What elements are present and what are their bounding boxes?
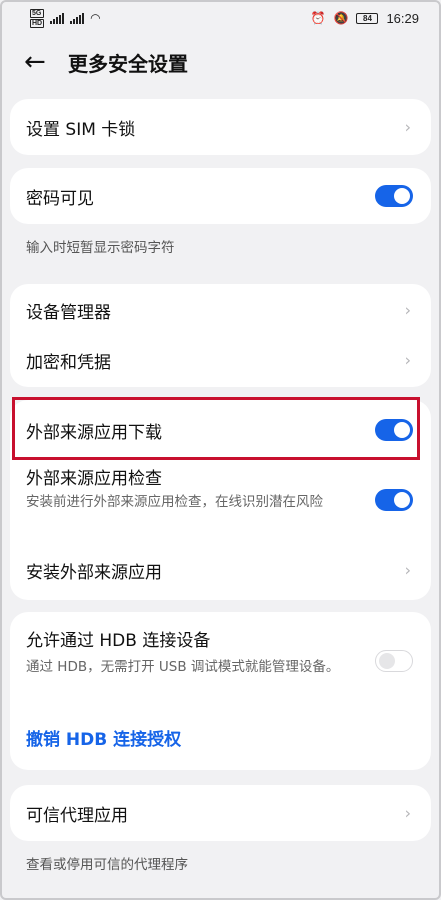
external-check-subtitle: 安装前进行外部来源应用检查，在线识别潜在风险 [26,494,323,510]
external-download-row: 外部来源应用下载 [10,400,431,460]
encryption-row[interactable]: 加密和凭据 › [10,336,431,384]
hdb-connect-toggle[interactable] [375,650,413,672]
sim1-label: 5G [30,8,45,18]
external-sources-card: 外部来源应用下载 外部来源应用检查 安装前进行外部来源应用检查，在线识别潜在风险… [10,400,431,600]
toggle-knob [394,188,410,204]
install-external-label: 安装外部来源应用 [26,562,162,583]
battery-level: 84 [363,13,372,23]
install-external-row[interactable]: 安装外部来源应用 › [10,542,431,598]
chevron-right-icon: › [404,300,411,320]
wifi-icon: ◠ [90,11,101,25]
alarm-icon: ⏰ [310,11,326,25]
hdb-connect-label: 允许通过 HDB 连接设备 [26,631,211,651]
chevron-right-icon: › [404,350,411,370]
hdb-connect-subtitle: 通过 HDB，无需打开 USB 调试模式就能管理设备。 [26,659,340,675]
trusted-agent-label: 可信代理应用 [26,805,128,826]
device-manager-row[interactable]: 设备管理器 › [10,284,431,336]
header: ← 更多安全设置 [0,40,441,84]
sim-lock-row[interactable]: 设置 SIM 卡锁 › [10,99,431,155]
chevron-right-icon: › [404,803,411,823]
encryption-label: 加密和凭据 [26,352,111,373]
trusted-agent-caption: 查看或停用可信的代理程序 [26,857,188,873]
sim-indicator: 5G HD [30,8,45,28]
external-check-row: 外部来源应用检查 安装前进行外部来源应用检查，在线识别潜在风险 [10,460,431,542]
toggle-knob [394,422,410,438]
password-visible-row: 密码可见 [10,168,431,224]
sim2-label: HD [30,18,45,28]
hdb-revoke-row[interactable]: 撤销 HDB 连接授权 [10,712,431,762]
external-download-toggle[interactable] [375,419,413,441]
device-card: 设备管理器 › 加密和凭据 › [10,284,431,387]
sim-lock-card: 设置 SIM 卡锁 › [10,99,431,155]
hdb-revoke-link[interactable]: 撤销 HDB 连接授权 [26,725,181,750]
hdb-connect-row: 允许通过 HDB 连接设备 通过 HDB，无需打开 USB 调试模式就能管理设备… [10,612,431,712]
password-visible-label: 密码可见 [26,188,94,209]
trusted-agent-row[interactable]: 可信代理应用 › [10,785,431,841]
toggle-knob [394,492,410,508]
back-arrow-icon[interactable]: ← [24,49,54,75]
battery-icon: 84 [356,12,379,24]
hdb-card: 允许通过 HDB 连接设备 通过 HDB，无需打开 USB 调试模式就能管理设备… [10,612,431,770]
trusted-agent-card: 可信代理应用 › [10,785,431,841]
chevron-right-icon: › [404,117,411,137]
signal-icon [50,12,65,24]
mute-icon: 🔕 [333,11,349,25]
password-visible-card: 密码可见 [10,168,431,224]
external-check-label: 外部来源应用检查 [26,469,162,489]
sim-lock-label: 设置 SIM 卡锁 [26,119,136,140]
external-check-toggle[interactable] [375,489,413,511]
page-title: 更多安全设置 [68,51,188,76]
device-manager-label: 设备管理器 [26,302,111,323]
password-visible-toggle[interactable] [375,185,413,207]
status-bar: 5G HD ◠ ⏰ 🔕 84 16:29 [0,0,441,36]
signal-icon-2 [70,12,85,24]
toggle-knob [379,653,395,669]
clock: 16:29 [386,10,419,26]
chevron-right-icon: › [404,560,411,580]
password-visible-caption: 输入时短暂显示密码字符 [26,240,175,256]
external-download-label: 外部来源应用下载 [26,422,162,443]
